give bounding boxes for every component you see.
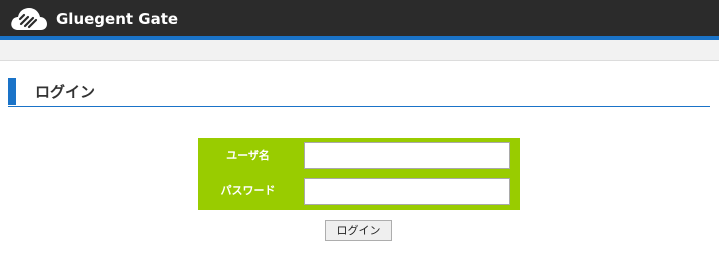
page-title: ログイン	[35, 83, 96, 101]
username-field[interactable]	[304, 142, 510, 169]
password-label: パスワード	[220, 184, 276, 197]
section-accent-bar	[8, 78, 16, 105]
username-label: ユーザ名	[226, 149, 270, 162]
app-title: Gluegent Gate	[56, 10, 179, 28]
section-header: ログイン	[8, 78, 710, 107]
login-form: ユーザ名 パスワード	[198, 138, 520, 210]
toolbar-strip	[0, 40, 719, 61]
app-header: Gluegent Gate	[0, 0, 719, 40]
cloud-logo-icon	[11, 8, 47, 30]
password-field[interactable]	[304, 178, 510, 205]
login-button[interactable]: ログイン	[325, 220, 392, 241]
